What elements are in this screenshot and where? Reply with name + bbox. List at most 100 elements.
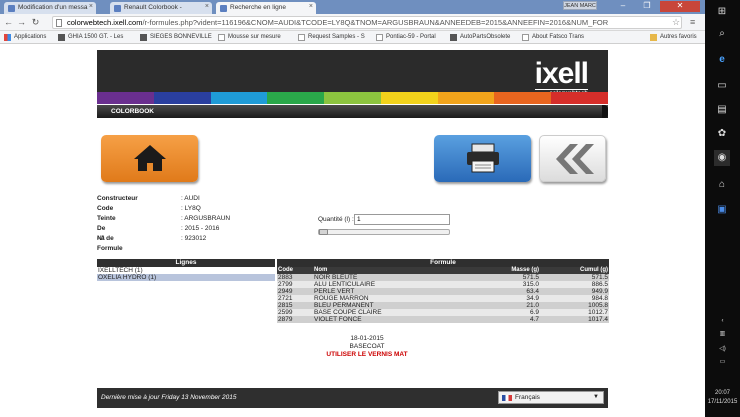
french-flag-icon (502, 395, 512, 401)
print-button[interactable] (434, 135, 531, 182)
tab-favicon-icon (114, 5, 121, 12)
bookmark-star-icon[interactable]: ☆ (672, 17, 680, 28)
address-bar[interactable]: colorwebtech.ixell.com/r-formules.php?vi… (52, 16, 682, 29)
page-content: ixell colorwebtech COLORBOOK Constructeu… (0, 44, 705, 417)
bookmark-image-icon (140, 34, 147, 41)
clock-time[interactable]: 20:07 (705, 390, 740, 396)
tab-close-icon[interactable]: × (205, 3, 209, 10)
tab-title: Modification d'un messa (18, 4, 88, 11)
formula-type: BASECOAT (349, 343, 385, 350)
outlook-icon[interactable]: ▣ (714, 202, 730, 218)
slider-handle[interactable] (319, 229, 328, 235)
language-select[interactable]: Français ▼ (498, 391, 604, 404)
browser-toolbar: ← → ↻ colorwebtech.ixell.com/r-formules.… (0, 14, 705, 31)
bookmarks-bar: Applications GHIA 1500 GT. - Les SIEGES … (0, 31, 705, 44)
reload-icon[interactable]: ↻ (30, 17, 41, 28)
browser-tab-active[interactable]: Recherche en ligne × (216, 2, 316, 14)
tray-chevron-icon[interactable]: ‹ (705, 318, 740, 324)
varnish-note: UTILISER LE VERNIS MAT (326, 351, 408, 358)
clock-date[interactable]: 17/11/2015 (705, 399, 740, 405)
col-nom: Nom (314, 267, 328, 273)
store-icon[interactable]: ▤ (714, 102, 730, 118)
formule-column-headers: Code Nom Masse (g) Cumul (g) (277, 267, 609, 274)
page-icon (56, 19, 62, 27)
col-cumul: Cumul (g) (580, 267, 608, 273)
chevron-down-icon: ▼ (593, 394, 599, 400)
bookmark-item[interactable]: About Fatsco Trans (522, 33, 584, 42)
bookmark-page-icon (298, 34, 305, 41)
table-row: 2949 PERLE VERT 63.4 949.9 (277, 288, 609, 295)
color-stripe (551, 92, 609, 104)
bookmark-image-icon (450, 34, 457, 41)
table-row: 2599 BASE COUPE CLAIRE 6.9 1012.7 (277, 309, 609, 316)
table-row: 2815 BLEU PERMANENT 21.0 1005.8 (277, 302, 609, 309)
search-icon[interactable]: ⌕ (714, 26, 730, 42)
chrome-icon[interactable]: ◉ (714, 150, 730, 166)
lignes-item[interactable]: OXELIA HYDRO (1) (97, 274, 275, 281)
bookmark-item[interactable]: GHIA 1500 GT. - Les (58, 33, 123, 42)
page-footer: Dernière mise à jour Friday 13 November … (97, 388, 608, 408)
table-row: 2721 ROUGE MARRON 34.9 984.8 (277, 295, 609, 302)
windows-start-icon[interactable]: ⊞ (714, 4, 730, 20)
lignes-item[interactable]: IXELLTECH (1) (97, 267, 275, 274)
bookmark-other-folder[interactable]: Autres favoris (650, 33, 697, 42)
section-title: COLORBOOK (111, 108, 154, 115)
color-stripe (324, 92, 381, 104)
tab-close-icon[interactable]: × (89, 3, 93, 10)
formule-table: Formule Code Nom Masse (g) Cumul (g) 288… (277, 259, 609, 323)
volume-icon[interactable]: ◁) (705, 345, 740, 352)
file-explorer-icon[interactable]: ▭ (714, 78, 730, 94)
formule-header: Formule (277, 259, 609, 267)
printer-icon (467, 143, 499, 173)
quantity-label: Quantité (l) : (318, 216, 354, 223)
browser-tab-strip: Modification d'un messa × Renault Colorb… (0, 0, 705, 14)
url-path: /r-formules.php?vident=116196&CNOM=AUDI&… (142, 18, 609, 27)
bookmark-item[interactable]: Request Samples - S (298, 33, 365, 42)
back-arrow-icon[interactable]: ← (3, 17, 14, 28)
bookmark-item[interactable]: Mousse sur mesure (218, 33, 281, 42)
double-chevron-left-icon (556, 144, 594, 174)
url-host: colorwebtech.ixell.com (67, 18, 143, 27)
home-icon (134, 145, 166, 171)
bookmark-item[interactable]: Pontiac-59 - Portal (376, 33, 436, 42)
col-code: Code (278, 267, 293, 273)
tab-favicon-icon (220, 5, 227, 12)
lignes-table: Lignes IXELLTECH (1) OXELIA HYDRO (1) (97, 259, 275, 281)
color-stripe (210, 92, 268, 104)
color-stripe (153, 92, 211, 104)
color-stripe (97, 92, 154, 104)
chrome-menu-icon[interactable]: ≡ (690, 17, 695, 27)
bookmark-item[interactable]: AutoPartsObsolete (450, 33, 510, 42)
table-row: 2879 VIOLET FONCE 4.7 1017.4 (277, 316, 609, 323)
notification-icon[interactable]: ▭ (705, 358, 740, 365)
browser-tab[interactable]: Renault Colorbook - × (110, 2, 212, 14)
close-window-icon[interactable]: ✕ (660, 1, 700, 12)
profile-button[interactable]: JEAN MARC (563, 1, 597, 10)
color-stripe (437, 92, 495, 104)
table-row: 2883 NOIR BLEUTE 571.5 571.5 (277, 274, 609, 281)
quantity-slider[interactable] (318, 229, 450, 235)
quantity-input[interactable] (354, 214, 450, 225)
formula-date: 18-01-2015 (350, 335, 384, 342)
back-button[interactable] (539, 135, 606, 182)
color-stripe (380, 92, 438, 104)
home-app-icon[interactable]: ⌂ (714, 177, 730, 193)
color-stripes (97, 92, 609, 104)
forward-arrow-icon[interactable]: → (16, 17, 27, 28)
home-button[interactable] (101, 135, 198, 182)
browser-tab[interactable]: Modification d'un messa × (4, 2, 96, 14)
network-icon[interactable]: ▥ (705, 330, 740, 337)
edge-icon[interactable]: e (714, 52, 730, 68)
bookmark-applications[interactable]: Applications (4, 33, 46, 42)
minimize-icon[interactable]: – (612, 1, 634, 12)
bookmark-page-icon (218, 34, 225, 41)
bookmark-item[interactable]: SIEGES BONNEVILLE (140, 33, 212, 42)
last-update: Dernière mise à jour Friday 13 November … (101, 394, 237, 401)
maximize-icon[interactable]: ❐ (636, 1, 658, 12)
color-stripe (494, 92, 552, 104)
bookmark-image-icon (58, 34, 65, 41)
photos-icon[interactable]: ✿ (714, 126, 730, 142)
tab-close-icon[interactable]: × (309, 3, 313, 10)
tab-title: Renault Colorbook - (124, 4, 182, 11)
bookmark-page-icon (376, 34, 383, 41)
